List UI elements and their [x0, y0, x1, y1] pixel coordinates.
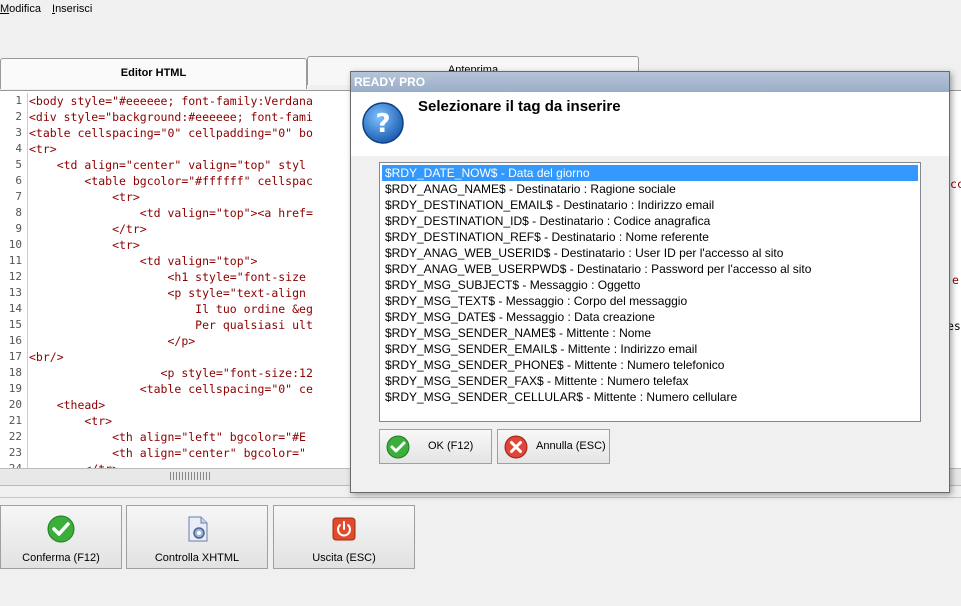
tag-list-item[interactable]: $RDY_MSG_TEXT$ - Messaggio : Corpo del m…: [382, 293, 918, 309]
scrollbar-grip-icon[interactable]: [170, 472, 210, 480]
tag-list-item[interactable]: $RDY_ANAG_WEB_USERID$ - Destinatario : U…: [382, 245, 918, 261]
ok-button[interactable]: OK (F12): [379, 429, 492, 464]
check-icon: [47, 515, 75, 543]
tag-list-item[interactable]: $RDY_ANAG_NAME$ - Destinatario : Ragione…: [382, 181, 918, 197]
power-icon: [332, 517, 356, 541]
line-number: 20: [8, 398, 22, 411]
line-number: 2: [15, 110, 22, 123]
line-number: 10: [8, 238, 22, 251]
tag-list-item[interactable]: $RDY_DESTINATION_REF$ - Destinatario : N…: [382, 229, 918, 245]
controlla-xhtml-button[interactable]: Controlla XHTML: [126, 505, 268, 569]
tag-list-item[interactable]: $RDY_MSG_SENDER_EMAIL$ - Mittente : Indi…: [382, 341, 918, 357]
document-gear-icon: [188, 516, 208, 542]
line-number: 16: [8, 334, 22, 347]
code-fragment-right: e: [952, 273, 959, 287]
menu-modifica[interactable]: Modifica: [0, 3, 41, 15]
line-number: 23: [8, 446, 22, 459]
line-number: 1: [15, 94, 22, 107]
line-number: 13: [8, 286, 22, 299]
line-number: 15: [8, 318, 22, 331]
line-number: 18: [8, 366, 22, 379]
tag-list-item[interactable]: $RDY_MSG_SENDER_PHONE$ - Mittente : Nume…: [382, 357, 918, 373]
check-icon: [386, 435, 410, 459]
code-fragment-right: cc: [950, 177, 961, 191]
tag-list-item[interactable]: $RDY_DESTINATION_EMAIL$ - Destinatario :…: [382, 197, 918, 213]
dialog-header: ? Selezionare il tag da inserire: [351, 92, 949, 156]
tag-list-item[interactable]: $RDY_ANAG_WEB_USERPWD$ - Destinatario : …: [382, 261, 918, 277]
line-number: 21: [8, 414, 22, 427]
tag-list-item[interactable]: $RDY_DESTINATION_ID$ - Destinatario : Co…: [382, 213, 918, 229]
line-number: 4: [15, 142, 22, 155]
question-icon: ?: [362, 102, 404, 144]
tag-list-item[interactable]: $RDY_MSG_SENDER_NAME$ - Mittente : Nome: [382, 325, 918, 341]
line-number: 3: [15, 126, 22, 139]
dialog-heading: Selezionare il tag da inserire: [418, 98, 621, 115]
annulla-button[interactable]: Annulla (ESC): [497, 429, 610, 464]
line-number: 22: [8, 430, 22, 443]
conferma-button[interactable]: Conferma (F12): [0, 505, 122, 569]
select-tag-dialog: READY PRO ? Selezionare il tag da inseri…: [350, 71, 950, 493]
tag-list-item[interactable]: $RDY_MSG_SUBJECT$ - Messaggio : Oggetto: [382, 277, 918, 293]
cancel-x-icon: [504, 435, 528, 459]
line-number: 8: [15, 206, 22, 219]
svg-text:?: ?: [375, 109, 390, 139]
menu-bar: Modifica Inserisci: [0, 0, 961, 20]
line-number: 7: [15, 190, 22, 203]
line-number-gutter: 1 2 3 4 5 6 7 8 9 10 11 12 13 14 15 16 17 18 19 20 21 22 23 24: [0, 93, 22, 469]
line-number: 19: [8, 382, 22, 395]
line-number: 6: [15, 174, 22, 187]
line-number: 11: [8, 254, 22, 267]
tag-list-item[interactable]: $RDY_DATE_NOW$ - Data del giorno: [382, 165, 918, 181]
line-number: 14: [8, 302, 22, 315]
line-number: 9: [15, 222, 22, 235]
line-number: 5: [15, 158, 22, 171]
tag-list-item[interactable]: $RDY_MSG_DATE$ - Messaggio : Data creazi…: [382, 309, 918, 325]
dialog-title-bar[interactable]: READY PRO: [351, 72, 949, 92]
tag-listbox[interactable]: $RDY_DATE_NOW$ - Data del giorno $RDY_ANA…: [379, 162, 921, 422]
menu-inserisci[interactable]: Inserisci: [52, 3, 92, 15]
tab-editor-html[interactable]: Editor HTML: [0, 58, 307, 89]
uscita-button[interactable]: Uscita (ESC): [273, 505, 415, 569]
tag-list-item[interactable]: $RDY_MSG_SENDER_CELLULAR$ - Mittente : N…: [382, 389, 918, 405]
tag-list-item[interactable]: $RDY_MSG_SENDER_FAX$ - Mittente : Numero…: [382, 373, 918, 389]
line-number: 12: [8, 270, 22, 283]
line-number: 17: [8, 350, 22, 363]
